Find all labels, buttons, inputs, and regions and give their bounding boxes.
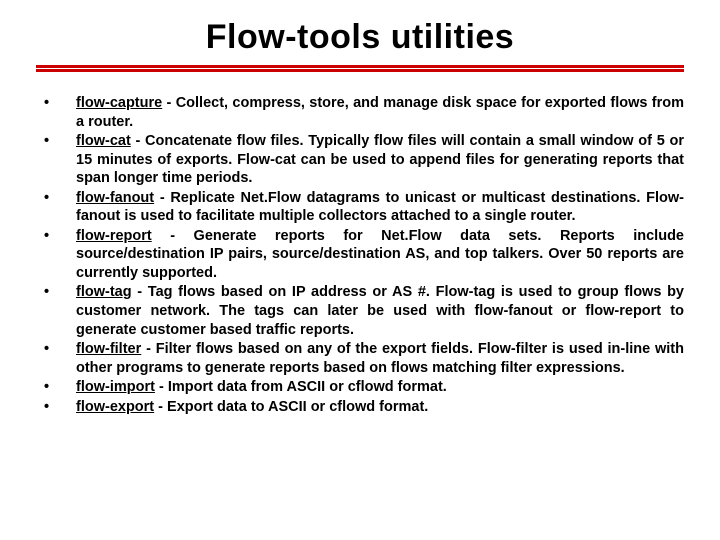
divider-top [36,65,684,68]
list-item: •flow-cat - Concatenate flow files. Typi… [42,132,684,188]
utility-name: flow-capture [76,95,162,111]
divider-bottom [36,69,684,72]
bullet-list: •flow-capture - Collect, compress, store… [36,94,684,416]
bullet-icon: • [42,340,76,359]
list-item: •flow-report - Generate reports for Net.… [42,227,684,283]
bullet-icon: • [42,189,76,208]
bullet-icon: • [42,283,76,302]
utility-name: flow-tag [76,284,132,300]
list-item-text: flow-fanout - Replicate Net.Flow datagra… [76,189,684,226]
list-item: •flow-tag - Tag flows based on IP addres… [42,283,684,339]
utility-desc: - Generate reports for Net.Flow data set… [76,228,684,281]
utility-name: flow-cat [76,133,131,149]
utility-desc: - Concatenate flow files. Typically flow… [76,133,684,186]
utility-desc: - Import data from ASCII or cflowd forma… [155,379,447,395]
list-item: •flow-filter - Filter flows based on any… [42,340,684,377]
list-item-text: flow-capture - Collect, compress, store,… [76,94,684,131]
list-item-text: flow-filter - Filter flows based on any … [76,340,684,377]
list-item: •flow-export - Export data to ASCII or c… [42,398,684,417]
bullet-icon: • [42,94,76,113]
utility-desc: - Filter flows based on any of the expor… [76,341,684,376]
list-item-text: flow-import - Import data from ASCII or … [76,378,684,397]
utility-name: flow-fanout [76,190,154,206]
utility-desc: - Tag flows based on IP address or AS #.… [76,284,684,337]
list-item-text: flow-cat - Concatenate flow files. Typic… [76,132,684,188]
utility-desc: - Replicate Net.Flow datagrams to unicas… [76,190,684,225]
list-item: •flow-import - Import data from ASCII or… [42,378,684,397]
list-item-text: flow-export - Export data to ASCII or cf… [76,398,684,417]
bullet-icon: • [42,378,76,397]
utility-desc: - Export data to ASCII or cflowd format. [154,399,428,415]
bullet-icon: • [42,227,76,246]
slide: Flow-tools utilities •flow-capture - Col… [0,0,720,540]
utility-name: flow-filter [76,341,141,357]
utility-name: flow-export [76,399,154,415]
utility-name: flow-report [76,228,152,244]
bullet-icon: • [42,398,76,417]
list-item: •flow-fanout - Replicate Net.Flow datagr… [42,189,684,226]
list-item: •flow-capture - Collect, compress, store… [42,94,684,131]
list-item-text: flow-report - Generate reports for Net.F… [76,227,684,283]
utility-desc: - Collect, compress, store, and manage d… [76,95,684,130]
utility-name: flow-import [76,379,155,395]
list-item-text: flow-tag - Tag flows based on IP address… [76,283,684,339]
bullet-icon: • [42,132,76,151]
page-title: Flow-tools utilities [36,18,684,57]
